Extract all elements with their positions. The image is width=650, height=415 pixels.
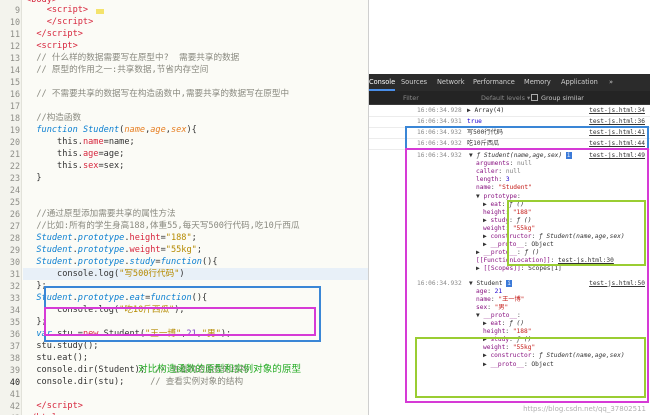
tab-performance[interactable]: Performance <box>473 74 515 91</box>
line-number: 26 <box>9 209 20 219</box>
code-line: function Student(name,age,sex){ <box>36 125 197 135</box>
code-line: // 什么样的数据需要写在原型中? 需要共享的数据 <box>36 53 240 63</box>
watermark: https://blog.csdn.net/qq_37802511 <box>523 405 646 413</box>
code-line: //构造函数 <box>36 113 82 123</box>
group-similar-label: Group similar <box>541 94 584 102</box>
line-number: 11 <box>9 29 20 39</box>
code-line: </script> <box>36 401 83 411</box>
line-number: 33 <box>9 293 20 303</box>
code-line: // 不需要共享的数据写在构造函数中,需要共享的数据写在原型中 <box>36 89 290 99</box>
line-number-gutter: 9 10 11 12 13 14 15 16 17 18 19 20 21 22 23 24 25 26 27 28 2… <box>0 0 22 415</box>
code-line: console.dir(stu); // 查看实例对象的结构 <box>26 377 244 387</box>
line-number: 25 <box>9 197 20 207</box>
message-text: true <box>467 118 482 125</box>
line-number: 35 <box>9 317 20 327</box>
tab-console[interactable]: Console <box>369 74 396 91</box>
filter-input[interactable]: Filter <box>403 93 473 103</box>
source-link[interactable]: test-js.html:34 <box>589 107 645 115</box>
line-number: 10 <box>9 17 20 27</box>
line-number: 13 <box>9 53 20 63</box>
line-number: 22 <box>9 161 20 171</box>
devtools-tab-bar: Console Sources Network Performance Memory Ap… <box>369 74 650 91</box>
line-number: 30 <box>9 257 20 267</box>
line-number: 9 <box>14 5 20 15</box>
highlight-box-magenta <box>44 307 316 336</box>
code-editor[interactable]: 9 10 11 12 13 14 15 16 17 18 19 20 21 22 23 24 25 26 27 28 2… <box>0 0 368 415</box>
annotation-note: 对比构造函数的原型和实例对象的原型 <box>138 364 302 375</box>
code-line: console.log("写500行代码") <box>26 269 185 279</box>
highlight-box-blue-console <box>405 126 649 150</box>
line-number: 27 <box>9 221 20 231</box>
line-number: 23 <box>9 173 20 183</box>
line-number: 42 <box>9 401 20 411</box>
default-levels-dropdown[interactable]: Default levels ▾ <box>481 93 530 103</box>
line-number: 28 <box>9 233 20 243</box>
line-number: 16 <box>9 89 20 99</box>
code-line: <script> <box>46 5 89 15</box>
code-line: Student.prototype.study=function(){ <box>36 257 218 267</box>
message-text: ▶ Array(4) <box>467 107 505 114</box>
tab-sources[interactable]: Sources <box>401 74 427 91</box>
line-number: 12 <box>9 41 20 51</box>
line-number: 24 <box>9 185 20 195</box>
line-number: 20 <box>9 137 20 147</box>
line-number: 37 <box>9 341 20 351</box>
timestamp: 16:06:34.928 <box>417 107 462 114</box>
line-number: 29 <box>9 245 20 255</box>
code-line: this.sex=sex; <box>57 161 125 171</box>
code-line: this.name=name; <box>57 137 135 147</box>
console-message: 16:06:34.928 ▶ Array(4) test-js.html:34 <box>369 106 650 117</box>
line-number: 19 <box>9 125 20 135</box>
tab-network[interactable]: Network <box>437 74 465 91</box>
devtools-panel: Console Sources Network Performance Memory Ap… <box>368 0 650 415</box>
line-number: 39 <box>9 365 20 375</box>
code-line: } <box>26 173 42 183</box>
tab-application[interactable]: Application <box>561 74 598 91</box>
timestamp: 16:06:34.931 <box>417 118 462 125</box>
code-line: </script> <box>36 29 83 39</box>
code-line: stu.eat(); <box>26 353 89 363</box>
line-number: 32 <box>9 281 20 291</box>
line-number: 31 <box>9 269 20 279</box>
line-number: 36 <box>9 329 20 339</box>
console-filter-bar: Filter Default levels ▾ Group similar <box>369 91 650 105</box>
code-line: this.age=age; <box>57 149 125 159</box>
code-line: Student.prototype.weight="55kg"; <box>36 245 202 255</box>
devtools-blank-area <box>369 0 650 74</box>
line-number: 38 <box>9 353 20 363</box>
line-number: 40 <box>9 377 20 387</box>
line-number: 14 <box>9 65 20 75</box>
code-line: //比如:所有的学生身高188,体重55,每天写500行代码,吃10斤西瓜 <box>36 221 300 231</box>
highlight-box-lime-proto <box>415 337 646 398</box>
highlight-box-lime-prototype <box>507 200 646 266</box>
group-similar-checkbox[interactable] <box>531 94 538 101</box>
source-link[interactable]: test-js.html:36 <box>589 118 645 126</box>
line-number: 18 <box>9 113 20 123</box>
code-line: <script> <box>36 41 78 51</box>
code-line: // 原型的作用之一:共享数据,节省内存空间 <box>36 65 209 75</box>
tab-[interactable]: » <box>609 74 613 91</box>
line-number: 15 <box>9 77 20 87</box>
search-match-marker <box>96 9 104 14</box>
code-line: </script> <box>46 17 94 27</box>
line-number: 17 <box>9 101 20 111</box>
line-number: 41 <box>9 389 20 399</box>
code-line: Student.prototype.height="188"; <box>36 233 197 243</box>
code-line: //通过原型添加需要共享的属性方法 <box>36 209 176 219</box>
tab-memory[interactable]: Memory <box>524 74 551 91</box>
line-number: 34 <box>9 305 20 315</box>
line-number: 21 <box>9 149 20 159</box>
